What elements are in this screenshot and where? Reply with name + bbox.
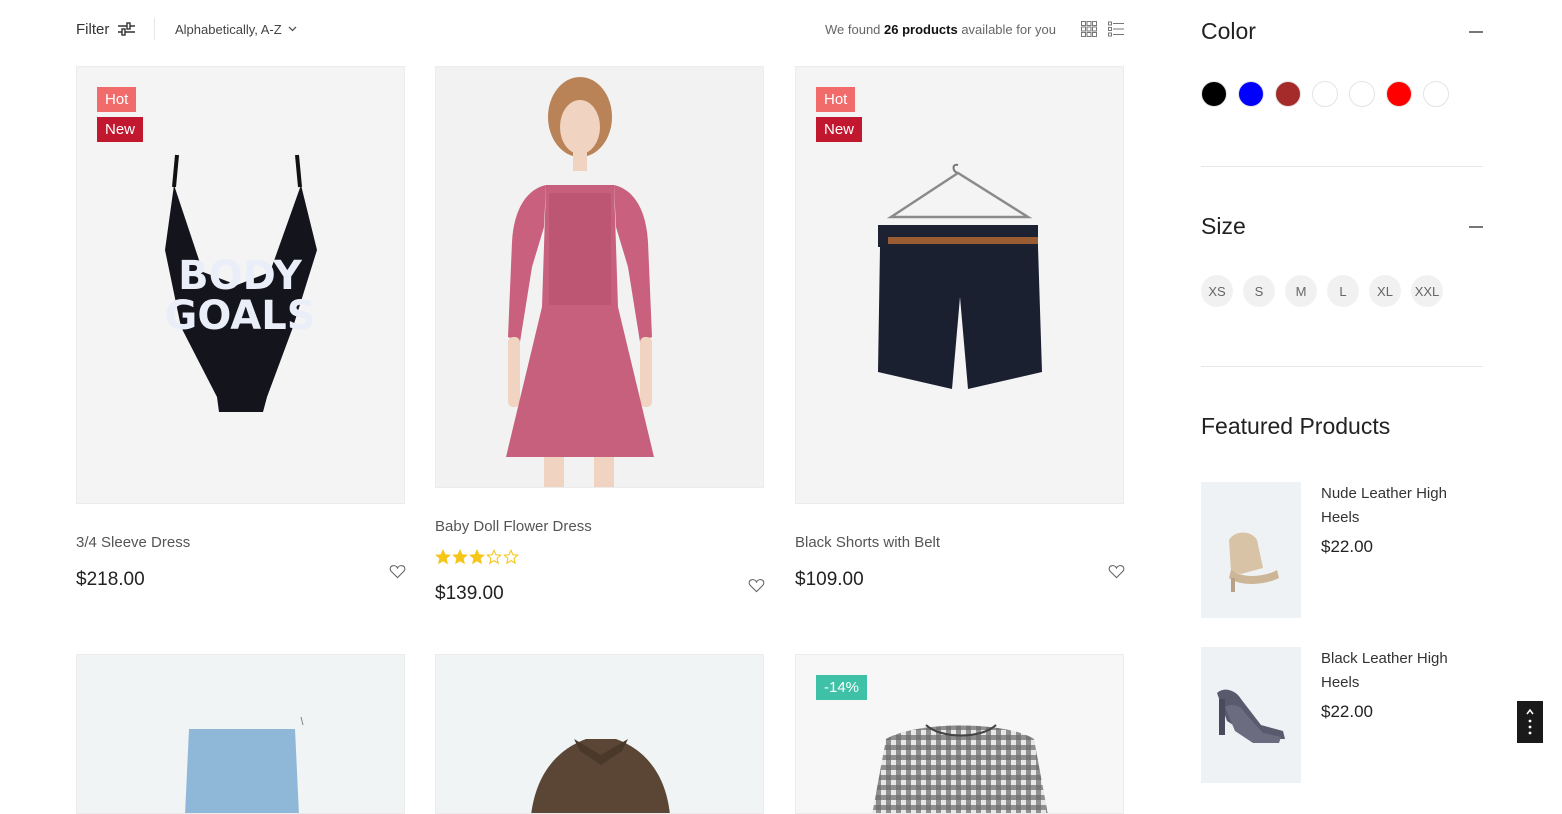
star-empty-icon — [486, 549, 502, 565]
featured-product-price: $22.00 — [1321, 702, 1373, 721]
hot-badge: Hot — [97, 87, 137, 112]
featured-product-price: $22.00 — [1321, 537, 1373, 556]
size-options: XS S M L XL XXL — [1201, 275, 1443, 307]
results-suffix: available for you — [957, 21, 1056, 37]
arrow-up-icon — [1526, 708, 1534, 735]
product-image[interactable]: -14% — [795, 654, 1124, 814]
product-card[interactable]: -14% — [795, 654, 1124, 814]
heart-icon[interactable] — [748, 578, 765, 593]
featured-product-name[interactable]: Black Leather High Heels — [1321, 647, 1471, 695]
featured-product-image[interactable] — [1201, 482, 1301, 618]
product-image[interactable] — [435, 66, 764, 488]
sidebar-divider — [1201, 166, 1483, 167]
heart-icon[interactable] — [389, 564, 406, 579]
product-image[interactable]: Hot New — [795, 66, 1124, 504]
size-filter-heading[interactable]: Size — [1201, 213, 1246, 240]
star-filled-icon — [469, 549, 485, 565]
featured-products-heading: Featured Products — [1201, 413, 1391, 439]
size-option[interactable]: XL — [1369, 275, 1401, 307]
sidebar-divider — [1201, 366, 1483, 367]
color-filter-heading[interactable]: Color — [1201, 18, 1256, 45]
featured-product-name[interactable]: Nude Leather High Heels — [1321, 482, 1471, 530]
heart-icon[interactable] — [1108, 564, 1125, 579]
product-image[interactable] — [76, 654, 405, 814]
star-filled-icon — [452, 549, 468, 565]
featured-product-item[interactable]: Nude Leather High Heels $22.00 — [1201, 482, 1501, 618]
toolbar-divider — [154, 18, 155, 40]
scroll-to-top-button[interactable] — [1517, 701, 1543, 743]
discount-badge: -14% — [816, 675, 868, 700]
black-heels-image — [1217, 689, 1285, 743]
results-count-text: We found 26 products available for you — [825, 14, 1056, 44]
filter-label: Filter — [76, 20, 110, 38]
product-card[interactable]: Hot New Black Shorts with Belt $109.00 — [795, 66, 1125, 606]
chevron-down-icon — [288, 26, 297, 32]
brown-shirt-image — [531, 739, 670, 813]
star-rating — [435, 549, 519, 565]
product-card[interactable] — [435, 654, 764, 814]
shop-toolbar: Filter Alphabetically, A-Z We found 26 p… — [76, 14, 1124, 44]
sort-select[interactable]: Alphabetically, A-Z — [175, 14, 297, 44]
nude-heels-image — [1229, 532, 1279, 592]
grid-view-icon[interactable] — [1081, 21, 1097, 37]
color-swatch-blue[interactable] — [1238, 81, 1264, 107]
size-option[interactable]: M — [1285, 275, 1317, 307]
color-swatch-white[interactable] — [1312, 81, 1338, 107]
product-card[interactable]: Baby Doll Flower Dress $139.00 — [435, 66, 765, 606]
sliders-icon — [118, 22, 136, 36]
product-title[interactable]: 3/4 Sleeve Dress — [76, 534, 190, 551]
star-filled-icon — [435, 549, 451, 565]
color-swatches — [1201, 81, 1449, 107]
svg-text:GOALS: GOALS — [164, 293, 315, 339]
product-price: $109.00 — [795, 569, 864, 590]
filter-button[interactable]: Filter — [76, 14, 136, 44]
star-empty-icon — [503, 549, 519, 565]
product-image[interactable] — [435, 654, 764, 814]
new-badge: New — [97, 117, 144, 142]
size-option[interactable]: S — [1243, 275, 1275, 307]
product-image[interactable]: BODY GOALS Hot New — [76, 66, 405, 504]
product-title[interactable]: Baby Doll Flower Dress — [435, 518, 592, 535]
product-title[interactable]: Black Shorts with Belt — [795, 534, 940, 551]
product-price: $139.00 — [435, 583, 504, 604]
minus-icon[interactable] — [1469, 31, 1483, 33]
product-price: $218.00 — [76, 569, 145, 590]
color-swatch-brown[interactable] — [1275, 81, 1301, 107]
list-view-icon[interactable] — [1108, 21, 1124, 37]
product-card[interactable] — [76, 654, 405, 814]
size-option[interactable]: XXL — [1411, 275, 1443, 307]
new-badge: New — [816, 117, 863, 142]
featured-product-image[interactable] — [1201, 647, 1301, 783]
pink-dress-image — [506, 77, 654, 487]
size-option[interactable]: L — [1327, 275, 1359, 307]
results-prefix: We found — [825, 21, 885, 37]
product-card[interactable]: BODY GOALS Hot New 3/4 Sleeve Dress $218… — [76, 66, 406, 606]
featured-product-item[interactable]: Black Leather High Heels $22.00 — [1201, 647, 1501, 783]
minus-icon[interactable] — [1469, 226, 1483, 228]
color-swatch-white[interactable] — [1423, 81, 1449, 107]
hot-badge: Hot — [816, 87, 856, 112]
color-swatch-red[interactable] — [1386, 81, 1412, 107]
results-count: 26 products — [884, 21, 958, 37]
color-swatch-black[interactable] — [1201, 81, 1227, 107]
blue-trousers-image — [185, 716, 304, 813]
color-swatch-white[interactable] — [1349, 81, 1375, 107]
size-option[interactable]: XS — [1201, 275, 1233, 307]
sort-value: Alphabetically, A-Z — [175, 21, 282, 37]
